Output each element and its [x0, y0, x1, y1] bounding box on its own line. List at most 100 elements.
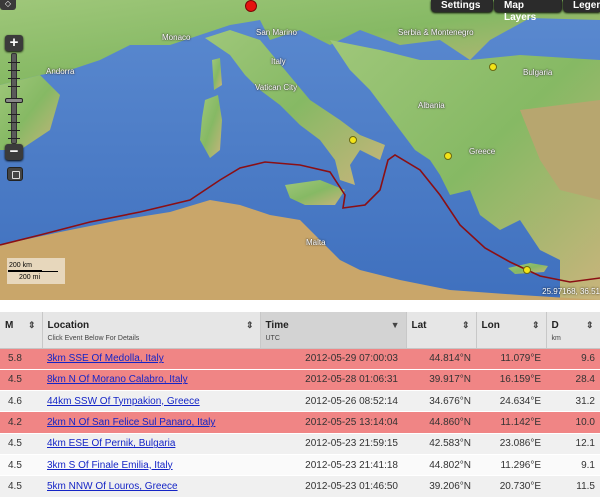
scale-km-label: 200 km: [9, 262, 32, 269]
table-row[interactable]: 4.5 5km NNW Of Louros, Greece 2012-05-23 0…: [0, 475, 600, 498]
event-location-cell[interactable]: 44km SSW Of Tympakion, Greece: [42, 390, 260, 413]
map-label-andorra: Andorra: [46, 67, 75, 76]
zoom-tick: [8, 138, 20, 139]
event-location-link[interactable]: 4km ESE Of Pernik, Bulgaria: [47, 438, 175, 449]
quake-marker[interactable]: [523, 266, 531, 274]
event-location-cell[interactable]: 4km ESE Of Pernik, Bulgaria: [42, 433, 260, 455]
column-header-lat[interactable]: Lat ⇕: [406, 312, 477, 349]
event-location-cell[interactable]: 3km S Of Finale Emilia, Italy: [42, 454, 260, 477]
map-label-bulgaria: Bulgaria: [523, 68, 553, 77]
map-layers-button[interactable]: Map Layers: [494, 0, 562, 23]
event-magnitude-cell: 4.5: [0, 433, 42, 455]
zoom-tick: [8, 78, 20, 79]
event-depth-cell: 12.1: [546, 433, 600, 455]
event-longitude-cell: 16.159°E: [476, 369, 546, 392]
quake-marker[interactable]: [349, 136, 357, 144]
event-magnitude-cell: 5.8: [0, 348, 42, 370]
event-magnitude-cell: 4.5: [0, 369, 42, 392]
event-depth-cell: 10.0: [546, 411, 600, 434]
legend-button[interactable]: Legen: [563, 0, 600, 12]
event-time-cell: 2012-05-23 21:59:15: [260, 433, 406, 455]
event-depth-cell: 11.5: [546, 475, 600, 498]
event-time-cell: 2012-05-26 08:52:14: [260, 390, 406, 413]
table-row[interactable]: 4.6 44km SSW Of Tympakion, Greece 2012-05-…: [0, 390, 600, 413]
column-header-location[interactable]: Location Click Event Below For Details ⇕: [42, 312, 261, 349]
event-latitude-cell: 44.802°N: [406, 454, 476, 477]
event-depth-cell: 9.6: [546, 348, 600, 370]
event-latitude-cell: 44.860°N: [406, 411, 476, 434]
event-latitude-cell: 39.206°N: [406, 475, 476, 498]
cursor-coordinates: 25.97168, 36.51: [542, 287, 600, 296]
table-row[interactable]: 4.2 2km N Of San Felice Sul Panaro, Italy…: [0, 411, 600, 434]
event-location-cell[interactable]: 2km N Of San Felice Sul Panaro, Italy: [42, 411, 260, 434]
event-location-cell[interactable]: 8km N Of Morano Calabro, Italy: [42, 369, 260, 392]
event-longitude-cell: 23.086°E: [476, 433, 546, 455]
map-view[interactable]: Monaco San Marino Serbia & Montenegro An…: [0, 0, 600, 300]
event-time-cell: 2012-05-23 01:46:50: [260, 475, 406, 498]
event-magnitude-cell: 4.5: [0, 475, 42, 498]
zoom-tick: [8, 86, 20, 87]
event-magnitude-cell: 4.5: [0, 454, 42, 477]
event-location-link[interactable]: 3km S Of Finale Emilia, Italy: [47, 460, 173, 471]
event-magnitude-cell: 4.2: [0, 411, 42, 434]
event-latitude-cell: 34.676°N: [406, 390, 476, 413]
basemap: [0, 0, 600, 300]
quake-marker-major[interactable]: [245, 0, 257, 12]
table-row[interactable]: 4.5 3km S Of Finale Emilia, Italy 2012-05-…: [0, 454, 600, 477]
zoom-tick: [8, 70, 20, 71]
map-label-san-marino: San Marino: [256, 28, 297, 37]
map-label-greece: Greece: [469, 147, 496, 156]
event-longitude-cell: 11.079°E: [476, 348, 546, 370]
event-latitude-cell: 42.583°N: [406, 433, 476, 455]
event-magnitude-cell: 4.6: [0, 390, 42, 413]
event-location-link[interactable]: 2km N Of San Felice Sul Panaro, Italy: [47, 417, 215, 428]
map-label-italy: Italy: [271, 57, 286, 66]
map-label-albania: Albania: [418, 101, 445, 110]
event-depth-cell: 28.4: [546, 369, 600, 392]
event-longitude-cell: 24.634°E: [476, 390, 546, 413]
table-row[interactable]: 4.5 4km ESE Of Pernik, Bulgaria 2012-05-23…: [0, 433, 600, 455]
zoom-tick: [8, 114, 20, 115]
event-latitude-cell: 44.814°N: [406, 348, 476, 370]
column-header-time[interactable]: Time UTC ▼: [260, 312, 407, 349]
table-row[interactable]: 5.8 3km SSE Of Medolla, Italy 2012-05-29 0…: [0, 348, 600, 370]
zoom-out-button[interactable]: −: [5, 144, 23, 160]
event-location-cell[interactable]: 5km NNW Of Louros, Greece: [42, 475, 260, 498]
event-longitude-cell: 11.296°E: [476, 454, 546, 477]
event-latitude-cell: 39.917°N: [406, 369, 476, 392]
event-location-link[interactable]: 8km N Of Morano Calabro, Italy: [47, 374, 188, 385]
map-label-monaco: Monaco: [162, 33, 191, 42]
events-table: M ⇕ Location Click Event Below For Details…: [0, 312, 600, 498]
event-time-cell: 2012-05-28 01:06:31: [260, 369, 406, 392]
event-depth-cell: 9.1: [546, 454, 600, 477]
event-location-link[interactable]: 3km SSE Of Medolla, Italy: [47, 353, 164, 364]
column-header-depth[interactable]: Dkm ⇕: [546, 312, 600, 349]
earthquake-map-app: Monaco San Marino Serbia & Montenegro An…: [0, 0, 600, 498]
event-location-link[interactable]: 5km NNW Of Louros, Greece: [47, 481, 178, 492]
map-label-serbia: Serbia & Montenegro: [398, 28, 474, 37]
event-longitude-cell: 11.142°E: [476, 411, 546, 434]
column-header-magnitude[interactable]: M ⇕: [0, 312, 43, 349]
zoom-slider-handle[interactable]: [5, 98, 23, 103]
event-location-cell[interactable]: 3km SSE Of Medolla, Italy: [42, 348, 260, 370]
zoom-tick: [8, 122, 20, 123]
pan-arrows-icon[interactable]: ◇: [0, 0, 16, 10]
settings-button[interactable]: Settings: [431, 0, 493, 12]
zoom-tick: [8, 130, 20, 131]
quake-marker[interactable]: [489, 63, 497, 71]
scale-bar: 200 km 200 mi: [7, 258, 65, 284]
layers-icon[interactable]: [7, 167, 23, 181]
zoom-in-button[interactable]: +: [5, 35, 23, 51]
quake-marker[interactable]: [444, 152, 452, 160]
zoom-tick: [8, 62, 20, 63]
event-time-cell: 2012-05-25 13:14:04: [260, 411, 406, 434]
map-label-vatican: Vatican City: [255, 83, 298, 92]
column-header-lon[interactable]: Lon ⇕: [476, 312, 547, 349]
scale-mi-label: 200 mi: [19, 274, 41, 281]
map-label-malta: Malta: [306, 238, 326, 247]
table-row[interactable]: 4.5 8km N Of Morano Calabro, Italy 2012-05…: [0, 369, 600, 392]
event-location-link[interactable]: 44km SSW Of Tympakion, Greece: [47, 396, 200, 407]
event-time-cell: 2012-05-23 21:41:18: [260, 454, 406, 477]
event-time-cell: 2012-05-29 07:00:03: [260, 348, 406, 370]
event-depth-cell: 31.2: [546, 390, 600, 413]
